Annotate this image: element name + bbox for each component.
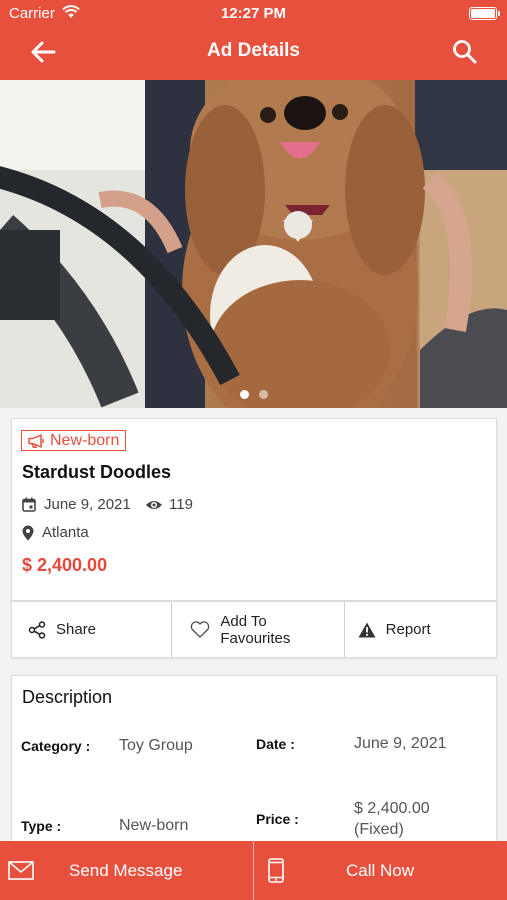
category-label: Category : <box>21 738 91 754</box>
battery-icon <box>469 7 500 20</box>
ad-actions-row: Share Add To Favourites Report <box>11 601 497 658</box>
type-label: Type : <box>21 818 62 834</box>
date-text: June 9, 2021 <box>44 496 131 513</box>
location: Atlanta <box>22 524 89 541</box>
ad-price: $ 2,400.00 <box>22 555 108 575</box>
date-label: Date : <box>256 736 295 752</box>
description-heading: Description <box>22 687 113 707</box>
location-text: Atlanta <box>42 524 89 541</box>
type-value: New-born <box>119 817 189 834</box>
status-bar: Carrier 12:27 PM <box>0 0 507 28</box>
share-button[interactable]: Share <box>12 602 173 657</box>
ad-image-carousel[interactable] <box>0 80 507 408</box>
category-value: Toy Group <box>119 737 193 754</box>
add-to-favourites-button[interactable]: Add To Favourites <box>172 602 345 657</box>
search-icon[interactable] <box>451 38 479 66</box>
call-now-label: Call Now <box>346 860 415 880</box>
condition-badge: New-born <box>21 430 127 451</box>
page-title: Ad Details <box>207 40 300 61</box>
date-value: June 9, 2021 <box>354 735 447 752</box>
favourite-label: Add To Favourites <box>220 612 291 647</box>
top-bar: Carrier 12:27 PM Ad Details <box>0 0 507 80</box>
view-count: 119 <box>145 496 193 513</box>
location-pin-icon <box>22 525 34 540</box>
send-message-label: Send Message <box>69 860 183 880</box>
dog-photo <box>0 80 507 408</box>
posted-date: June 9, 2021 <box>22 496 131 513</box>
price-note: (Fixed) <box>354 821 404 838</box>
description-card: Description Category : Toy Group Date : … <box>11 675 497 845</box>
carousel-dot[interactable] <box>239 390 249 399</box>
report-label: Report <box>385 621 431 638</box>
badge-label: New-born <box>50 432 120 449</box>
carousel-dot[interactable] <box>258 390 268 399</box>
carousel-pagination[interactable] <box>0 386 507 404</box>
ad-title: Stardust Doodles <box>22 462 172 482</box>
eye-icon <box>146 500 162 509</box>
clock: 12:27 PM <box>220 5 287 22</box>
envelope-icon <box>8 861 34 880</box>
call-now-button[interactable]: Call Now <box>254 841 507 900</box>
megaphone-icon <box>28 434 44 448</box>
calendar-icon <box>22 497 36 512</box>
views-text: 119 <box>169 496 193 513</box>
share-icon <box>28 620 46 639</box>
ad-summary-card: New-born Stardust Doodles June 9, 2021 1… <box>11 418 497 601</box>
bottom-action-bar: Send Message Call Now <box>0 841 507 900</box>
send-message-button[interactable]: Send Message <box>0 841 254 900</box>
price-label: Price : <box>256 811 299 827</box>
heart-icon <box>191 621 210 638</box>
phone-icon <box>268 858 284 883</box>
warning-icon <box>358 622 376 637</box>
price-value: $ 2,400.00 <box>354 800 430 817</box>
share-label: Share <box>56 621 97 638</box>
report-button[interactable]: Report <box>345 602 496 657</box>
